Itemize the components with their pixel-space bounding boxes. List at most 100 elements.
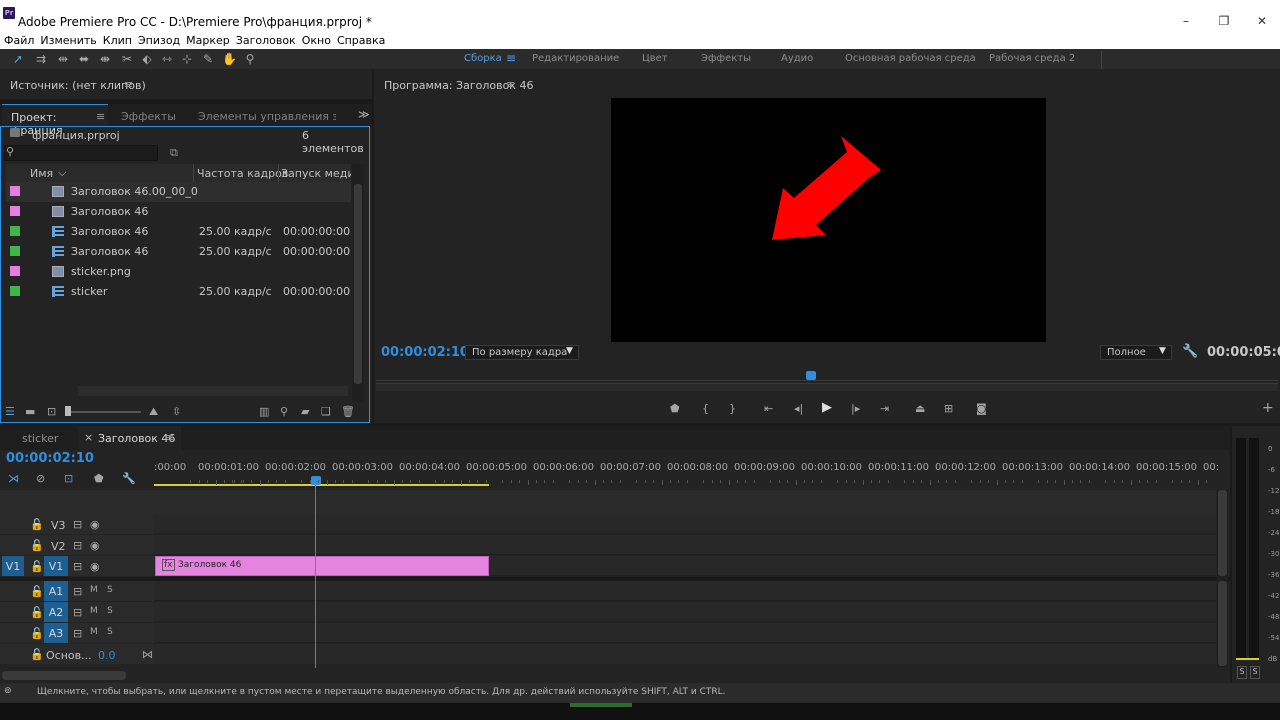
- add-marker-icon[interactable]: ⬟: [94, 472, 104, 485]
- program-timecode[interactable]: 00:00:02:10: [381, 345, 469, 360]
- razor-tool-icon[interactable]: ✂: [120, 52, 134, 66]
- menu-clip[interactable]: Клип: [99, 31, 134, 47]
- solo-left-button[interactable]: S: [1237, 666, 1247, 679]
- linked-selection-icon[interactable]: ⊘: [36, 472, 45, 485]
- timeline-timecode[interactable]: 00:00:02:10: [6, 451, 94, 466]
- lock-icon[interactable]: 🔓: [30, 560, 44, 573]
- slip-tool-icon[interactable]: ⬖: [140, 52, 154, 66]
- tab-effect-controls[interactable]: Элементы управления эффекта: [198, 110, 336, 123]
- sync-lock-icon[interactable]: ⊟: [73, 585, 82, 598]
- project-list-item[interactable]: #3fb54a Заголовок 46 25.00 кадр/с 00:00:00:…: [6, 242, 351, 262]
- timeline-settings-wrench-icon[interactable]: 🔧: [122, 472, 136, 485]
- tab-project-menu-icon[interactable]: ≡: [96, 110, 105, 123]
- go-to-out-icon[interactable]: ⇥: [880, 402, 889, 415]
- column-media-start[interactable]: Запуск медиада: [281, 167, 351, 180]
- sync-lock-icon[interactable]: ⊟: [73, 539, 82, 552]
- rate-stretch-tool-icon[interactable]: ⇼: [98, 52, 112, 66]
- lock-icon[interactable]: 🔓: [30, 518, 44, 531]
- source-patch-v1[interactable]: V1: [2, 556, 24, 576]
- sync-lock-icon[interactable]: ⊟: [73, 518, 82, 531]
- sync-lock-icon[interactable]: ⊟: [73, 627, 82, 640]
- sync-lock-icon[interactable]: ⊟: [73, 606, 82, 619]
- work-area-bar[interactable]: [154, 484, 489, 486]
- label-color-swatch[interactable]: #e87de0: [10, 186, 20, 196]
- menu-window[interactable]: Окно: [298, 31, 333, 47]
- program-playhead[interactable]: [806, 371, 816, 380]
- lock-icon[interactable]: 🔓: [30, 585, 44, 598]
- project-scrollbar-thumb[interactable]: [354, 184, 362, 384]
- menu-marker[interactable]: Маркер: [182, 31, 232, 47]
- timeline-vscroll-thumb-audio[interactable]: [1218, 581, 1227, 666]
- mute-button[interactable]: M: [90, 606, 98, 616]
- zoom-mountain-icon[interactable]: ⛰: [149, 405, 158, 419]
- zoom-slider-handle[interactable]: [65, 406, 71, 416]
- step-forward-icon[interactable]: |▸: [851, 402, 860, 415]
- solo-right-button[interactable]: S: [1250, 666, 1260, 679]
- workspace-audio[interactable]: Аудио: [781, 53, 813, 64]
- menu-help[interactable]: Справка: [333, 31, 387, 47]
- lane-v3[interactable]: [154, 514, 1216, 534]
- insert-overwrite-icon[interactable]: ⊡: [64, 472, 73, 485]
- program-video-frame[interactable]: [611, 98, 1046, 342]
- export-frame-icon[interactable]: ◙: [976, 402, 987, 415]
- menu-edit[interactable]: Изменить: [36, 31, 98, 47]
- workspace-assembly[interactable]: Сборка: [464, 53, 502, 64]
- label-color-swatch[interactable]: #3fb54a: [10, 286, 20, 296]
- snap-icon[interactable]: ⋊: [8, 472, 19, 485]
- lock-icon[interactable]: 🔓: [30, 606, 44, 619]
- timeline-vscroll-thumb-video[interactable]: [1218, 490, 1227, 576]
- play-icon[interactable]: ▶: [822, 400, 832, 415]
- workspace-menu-icon[interactable]: ≡: [506, 51, 516, 65]
- solo-button[interactable]: S: [107, 585, 113, 595]
- go-to-end-icon[interactable]: ⋈: [142, 648, 153, 661]
- slide-tool-alt-icon[interactable]: ⊹: [180, 52, 194, 66]
- go-to-in-icon[interactable]: ⇤: [764, 402, 773, 415]
- eye-icon[interactable]: ◉: [90, 518, 100, 531]
- program-zoom-bar[interactable]: [376, 383, 1278, 391]
- column-fps[interactable]: Частота кадров: [197, 167, 288, 180]
- workspace-effects[interactable]: Эффекты: [701, 53, 751, 64]
- sort-icons-icon[interactable]: ⇳: [172, 405, 181, 418]
- label-color-swatch[interactable]: #e87de0: [10, 266, 20, 276]
- list-view-icon[interactable]: ☰: [5, 405, 15, 418]
- lane-a1[interactable]: [154, 581, 1216, 601]
- lift-icon[interactable]: ⏏: [915, 402, 925, 415]
- tab-project[interactable]: Проект: франция ≡: [2, 104, 108, 137]
- lane-v2[interactable]: [154, 535, 1216, 555]
- workspace-color[interactable]: Цвет: [642, 53, 668, 64]
- project-list-item[interactable]: #e87de0 Заголовок 46: [6, 202, 351, 222]
- zoom-tool-icon[interactable]: ⚲: [243, 52, 257, 66]
- track-label-a2[interactable]: A2: [44, 602, 68, 622]
- track-label-a1[interactable]: A1: [44, 581, 68, 601]
- timeline-hscroll-thumb[interactable]: [2, 671, 126, 680]
- selection-tool-icon[interactable]: ➚: [11, 52, 25, 66]
- rolling-edit-tool-icon[interactable]: ⬌: [77, 52, 91, 66]
- mute-button[interactable]: M: [90, 585, 98, 595]
- project-search-input[interactable]: [4, 145, 158, 161]
- delete-icon[interactable]: 🗑: [341, 405, 355, 418]
- menu-sequence[interactable]: Эпизод: [134, 31, 182, 47]
- add-marker-icon[interactable]: ⬟: [670, 402, 680, 415]
- icon-view-icon[interactable]: ▬: [25, 405, 35, 418]
- hand-tool-icon[interactable]: ✋: [222, 52, 237, 66]
- new-item-icon[interactable]: ❑: [321, 405, 331, 418]
- find-icon[interactable]: ⚲: [280, 405, 288, 418]
- sync-lock-icon[interactable]: ⊟: [73, 560, 82, 573]
- solo-button[interactable]: S: [107, 606, 113, 616]
- lane-master[interactable]: [154, 644, 1216, 664]
- automate-to-sequence-icon[interactable]: ▥: [259, 405, 269, 418]
- step-back-icon[interactable]: ◂|: [794, 402, 803, 415]
- timeline-playhead-line[interactable]: [315, 485, 316, 668]
- project-list-item[interactable]: #e87de0 sticker.png: [6, 262, 351, 282]
- zoom-slider[interactable]: [67, 411, 141, 413]
- ripple-edit-tool-icon[interactable]: ⇹: [56, 52, 70, 66]
- fit-dropdown[interactable]: По размеру кадра ▼: [465, 345, 579, 360]
- menu-title[interactable]: Заголовок: [232, 31, 298, 47]
- restore-icon[interactable]: ❐: [1214, 14, 1234, 30]
- extract-icon[interactable]: ⊞: [944, 402, 953, 415]
- lock-icon[interactable]: 🔓: [30, 627, 44, 640]
- timeline-hscroll[interactable]: [0, 670, 1230, 682]
- lock-icon[interactable]: 🔓: [30, 648, 44, 661]
- label-color-swatch[interactable]: #3fb54a: [10, 246, 20, 256]
- lane-a2[interactable]: [154, 602, 1216, 622]
